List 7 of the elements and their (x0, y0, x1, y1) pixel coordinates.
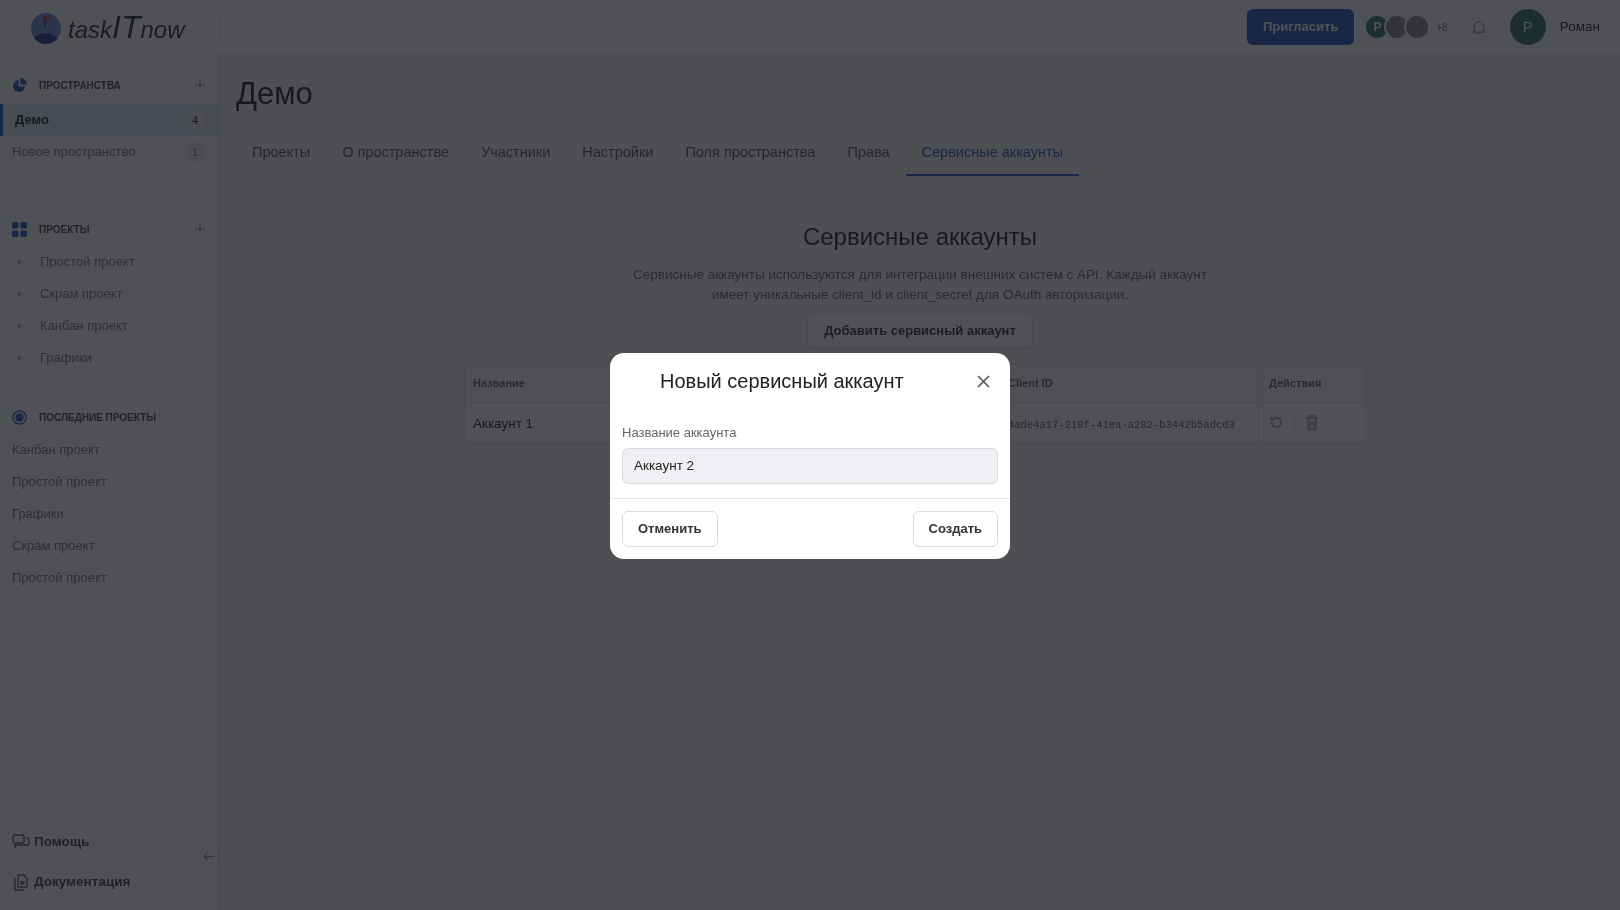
cancel-button[interactable]: Отменить (622, 510, 718, 547)
field-label: Название аккаунта (622, 424, 738, 442)
create-button[interactable]: Создать (912, 510, 998, 547)
close-icon[interactable] (977, 374, 990, 388)
account-name-field[interactable]: Аккаунт 2 (622, 447, 998, 484)
table-cell: Аккаунт 1 (473, 415, 534, 431)
dialog-title: Новый сервисный аккаунт (660, 369, 905, 394)
